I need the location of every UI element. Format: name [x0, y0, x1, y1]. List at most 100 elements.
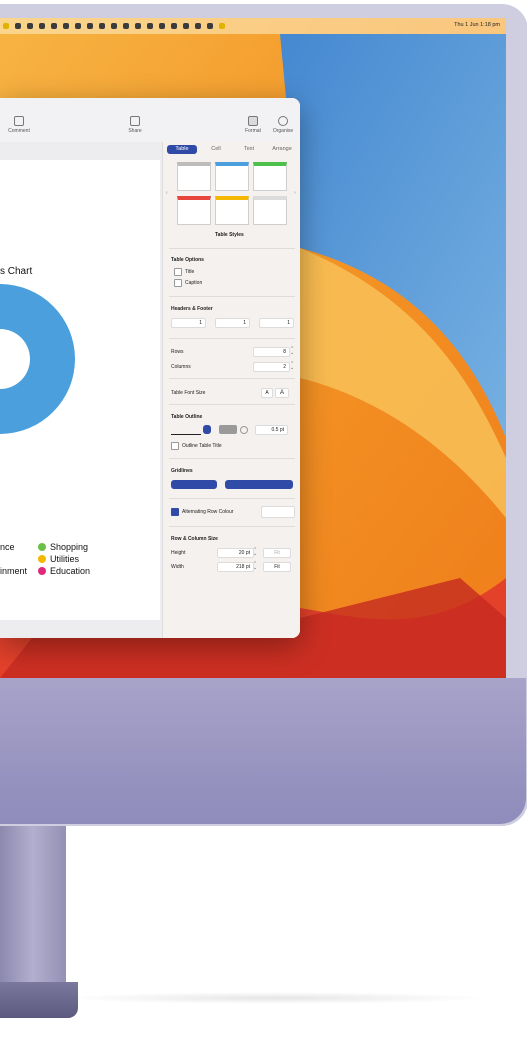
- gridlines-horizontal-buttons[interactable]: [171, 480, 217, 489]
- columns-stepper[interactable]: ⌃ ⌄: [290, 362, 294, 371]
- caption-checkbox-label: Caption: [185, 280, 203, 286]
- row-column-size-heading: Row & Column Size: [171, 536, 218, 542]
- donut-slice-label: 55%: [80, 356, 98, 366]
- rows-field[interactable]: 8: [253, 347, 290, 357]
- sheet: s Chart 55% nce inment Shopping Utilitie…: [0, 160, 160, 620]
- status-icon[interactable]: [123, 23, 129, 29]
- divider: [169, 498, 295, 499]
- alternating-color-well[interactable]: [261, 506, 295, 518]
- outline-title-checkbox[interactable]: [171, 442, 179, 450]
- table-outline-heading: Table Outline: [171, 414, 203, 420]
- height-label: Height: [171, 550, 186, 556]
- numbers-window: Comment Share Format Organise s Chart 55…: [0, 98, 300, 638]
- legend-swatch: [38, 555, 46, 563]
- table-style-thumb[interactable]: [215, 196, 249, 225]
- table-style-thumb[interactable]: [253, 162, 287, 191]
- next-styles-icon[interactable]: ›: [294, 190, 296, 196]
- divider: [169, 338, 295, 339]
- alternating-row-checkbox[interactable]: [171, 508, 179, 516]
- status-icon[interactable]: [27, 23, 33, 29]
- status-icon[interactable]: [171, 23, 177, 29]
- status-icon[interactable]: [99, 23, 105, 29]
- status-icon[interactable]: [87, 23, 93, 29]
- status-icon[interactable]: [63, 23, 69, 29]
- table-style-thumb[interactable]: [177, 162, 211, 191]
- tab-text[interactable]: Text: [235, 145, 263, 154]
- legend-item-shopping: Shopping: [38, 542, 88, 552]
- status-icon[interactable]: [3, 23, 9, 29]
- prev-styles-icon[interactable]: ‹: [166, 190, 168, 196]
- fit-height-button[interactable]: Fit: [263, 548, 291, 558]
- header-rows-field[interactable]: 1: [171, 318, 206, 328]
- paintbrush-icon: [248, 116, 258, 126]
- fit-width-button[interactable]: Fit: [263, 562, 291, 572]
- status-icon[interactable]: [147, 23, 153, 29]
- organise-button[interactable]: Organise: [268, 116, 298, 134]
- outline-color-well[interactable]: [219, 425, 237, 434]
- share-icon: [130, 116, 140, 126]
- control-center-icon[interactable]: [207, 23, 213, 29]
- tab-cell[interactable]: Cell: [201, 145, 231, 154]
- menubar-clock[interactable]: Thu 1 Jun 1:18 pm: [454, 22, 500, 28]
- screen: Thu 1 Jun 1:18 pm Comment Share Format O…: [0, 18, 506, 678]
- title-checkbox[interactable]: [174, 268, 182, 276]
- tab-arrange[interactable]: Arrange: [265, 145, 299, 154]
- gridlines-vertical-buttons[interactable]: [225, 480, 293, 489]
- donut-chart[interactable]: 55%: [0, 284, 110, 434]
- legend-item-utilities: Utilities: [38, 554, 79, 564]
- alternating-row-label: Alternating Row Colour: [182, 509, 234, 515]
- toolbar: Comment Share Format Organise: [0, 98, 300, 143]
- color-picker-icon[interactable]: [240, 426, 248, 434]
- format-label: Format: [245, 128, 261, 134]
- table-style-thumb[interactable]: [215, 162, 249, 191]
- comment-label: Comment: [8, 128, 30, 134]
- gridlines-heading: Gridlines: [171, 468, 193, 474]
- status-icon[interactable]: [39, 23, 45, 29]
- status-icon[interactable]: [135, 23, 141, 29]
- width-field[interactable]: 218 pt: [217, 562, 254, 572]
- line-style-select[interactable]: [171, 426, 201, 435]
- height-field[interactable]: 20 pt: [217, 548, 254, 558]
- share-label: Share: [128, 128, 142, 134]
- title-checkbox-label: Title: [185, 269, 195, 275]
- status-icon[interactable]: [111, 23, 117, 29]
- floor-shadow: [60, 992, 490, 1004]
- line-style-dropdown[interactable]: [203, 425, 211, 434]
- share-button[interactable]: Share: [120, 116, 150, 134]
- width-stepper[interactable]: ⌃ ⌄: [253, 562, 257, 571]
- siri-icon[interactable]: [219, 23, 225, 29]
- header-columns-field[interactable]: 1: [215, 318, 250, 328]
- format-button[interactable]: Format: [240, 116, 266, 134]
- height-stepper[interactable]: ⌃ ⌄: [253, 548, 257, 557]
- status-icon[interactable]: [15, 23, 21, 29]
- footer-rows-field[interactable]: 1: [259, 318, 294, 328]
- outline-width-field[interactable]: 0.5 pt: [255, 425, 288, 435]
- font-larger-button[interactable]: A: [275, 388, 289, 398]
- font-smaller-button[interactable]: A: [261, 388, 273, 398]
- search-icon[interactable]: [195, 23, 201, 29]
- wifi-icon[interactable]: [183, 23, 189, 29]
- table-style-thumb[interactable]: [253, 196, 287, 225]
- chart-title[interactable]: s Chart: [0, 266, 32, 277]
- imac-stand: [0, 826, 66, 986]
- donut-slice[interactable]: [0, 284, 75, 434]
- legend-label: Utilities: [50, 554, 80, 564]
- table-styles-label: Table Styles: [215, 232, 244, 238]
- caption-checkbox[interactable]: [174, 279, 182, 287]
- divider: [169, 458, 295, 459]
- columns-field[interactable]: 2: [253, 362, 290, 372]
- legend-item: nce: [0, 542, 15, 552]
- comment-button[interactable]: Comment: [4, 116, 34, 134]
- table-style-thumb[interactable]: [177, 196, 211, 225]
- status-icon[interactable]: [75, 23, 81, 29]
- document-canvas[interactable]: s Chart 55% nce inment Shopping Utilitie…: [0, 142, 162, 638]
- tab-table[interactable]: Table: [167, 145, 197, 154]
- divider: [169, 378, 295, 379]
- legend-item: inment: [0, 566, 28, 576]
- columns-label: Columns: [171, 364, 191, 370]
- status-icon[interactable]: [159, 23, 165, 29]
- rows-stepper[interactable]: ⌃ ⌄: [290, 347, 294, 356]
- headers-footer-heading: Headers & Footer: [171, 306, 213, 312]
- status-icon[interactable]: [51, 23, 57, 29]
- outline-title-label: Outline Table Title: [182, 443, 222, 449]
